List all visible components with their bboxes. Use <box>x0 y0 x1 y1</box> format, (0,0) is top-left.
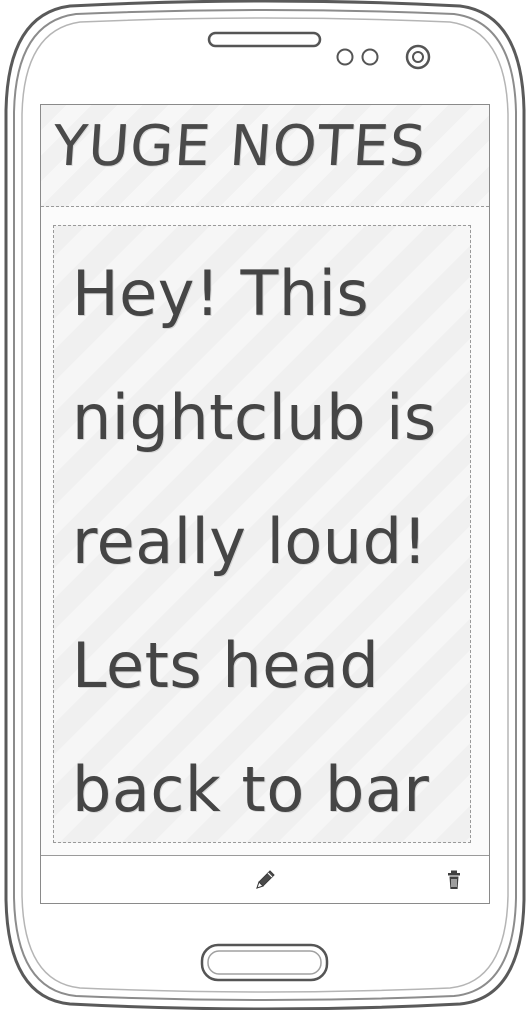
note-panel[interactable]: Hey! This nightclub is really loud! Lets… <box>53 225 471 843</box>
trash-icon <box>448 870 460 889</box>
speaker-grille <box>207 31 322 48</box>
sensor-right <box>361 48 379 66</box>
phone-screen: YUGE NOTES Hey! This nightclub is really… <box>40 104 490 904</box>
delete-button[interactable] <box>443 866 471 894</box>
app-title: YUGE NOTES <box>50 114 429 179</box>
pencil-icon <box>256 870 275 889</box>
edit-button[interactable] <box>251 866 279 894</box>
front-camera-lens <box>412 51 424 63</box>
bottom-toolbar <box>41 855 489 903</box>
app-header: YUGE NOTES <box>41 105 489 207</box>
phone-mockup: YUGE NOTES Hey! This nightclub is really… <box>0 0 530 1010</box>
note-text[interactable]: Hey! This nightclub is really loud! Lets… <box>72 232 462 842</box>
sensor-left <box>336 48 354 66</box>
